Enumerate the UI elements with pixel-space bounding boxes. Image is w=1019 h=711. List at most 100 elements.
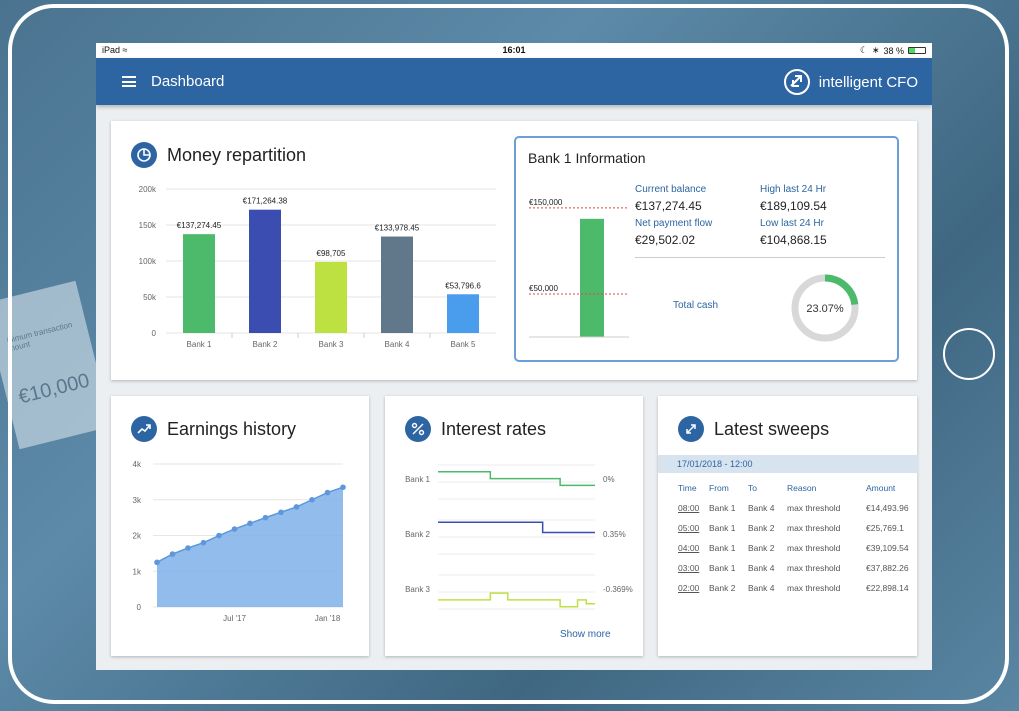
sweep-reason: max threshold (787, 543, 841, 553)
column-header: Time (678, 483, 697, 493)
sweep-amount: €25,769.1 (866, 523, 904, 533)
y-tick-label: 150k (139, 221, 157, 230)
bank-balance-gauge: €150,000 €50,000 (529, 198, 629, 338)
high-last-24-value: €189,109.54 (760, 199, 827, 213)
sweep-time: 08:00 (678, 503, 700, 513)
pie-chart-icon (131, 142, 157, 168)
battery-label: 38 % (883, 45, 904, 56)
bar-value-label: €137,274.45 (177, 221, 222, 230)
sweep-amount: €14,493.96 (866, 503, 909, 513)
money-repartition-chart: 0 50k 100k 150k 200k €137,274.45 Bank 1 €171,26… (139, 185, 496, 349)
net-payment-flow-label: Net payment flow (635, 218, 713, 229)
earnings-history-card: Earnings history 0 1k 2k 3k 4k Jul '17 Jan '18 (111, 396, 369, 656)
y-tick-label: 2k (133, 532, 142, 541)
series-name-label: Bank 2 (405, 530, 430, 539)
menu-icon[interactable] (122, 76, 136, 87)
app-title: Dashboard (151, 73, 225, 90)
earnings-point (200, 539, 207, 546)
series-name-label: Bank 1 (405, 475, 430, 484)
status-time: 16:01 (502, 45, 526, 55)
earnings-point (247, 520, 253, 527)
earnings-point (262, 514, 269, 521)
bar (447, 294, 479, 333)
sweep-to: Bank 2 (748, 543, 775, 553)
x-tick-label: Jan '18 (315, 614, 341, 623)
column-header: From (709, 483, 729, 493)
column-header: Reason (787, 483, 817, 493)
interest-rates-title: Interest rates (441, 419, 547, 439)
sweep-time: 05:00 (678, 523, 700, 533)
percent-icon (405, 416, 431, 442)
earnings-point (309, 496, 315, 503)
sweeps-header-row: Time From To Reason Amount (677, 478, 917, 498)
earnings-point (340, 484, 346, 491)
sweep-reason: max threshold (787, 503, 841, 513)
bluetooth-icon: ∗ (871, 45, 880, 55)
table-row[interactable]: 08:00 Bank 1 Bank 4 max threshold €14,49… (677, 498, 917, 518)
sweep-to: Bank 4 (748, 563, 775, 573)
sweep-from: Bank 1 (709, 523, 736, 533)
total-cash-donut: 23.07% (791, 274, 859, 342)
interest-rates-card: Interest rates Bank 1 0% Bank 2 0.35% Bank 3… (385, 396, 643, 656)
sweep-reason: max threshold (787, 583, 841, 593)
brand-logo[interactable]: intelligent CFO (783, 68, 918, 96)
interest-rates-chart: Bank 1 0% Bank 2 0.35% Bank 3 -0.369% (405, 464, 633, 610)
x-tick-label: Bank 4 (385, 340, 410, 349)
sweep-from: Bank 1 (709, 563, 736, 573)
series-end-label: 0% (603, 475, 615, 484)
series-name-label: Bank 3 (405, 585, 430, 594)
sweeps-table: Time From To Reason Amount 08:00 Bank 1 … (677, 478, 917, 598)
x-tick-label: Bank 3 (319, 340, 344, 349)
battery-icon (908, 47, 926, 54)
earnings-point (185, 545, 191, 551)
sweep-to: Bank 4 (748, 503, 775, 513)
sweeps-date-header: 17/01/2018 - 12:00 (658, 455, 918, 473)
earnings-point (293, 504, 300, 510)
home-button[interactable] (943, 328, 995, 380)
y-tick-label: 200k (139, 185, 157, 194)
status-bar: iPad ≈ 16:01 ☾ ∗ 38 % (96, 43, 932, 58)
table-row[interactable]: 04:00 Bank 1 Bank 2 max threshold €39,10… (677, 538, 917, 558)
bank-info-panel[interactable]: Bank 1 Information €150,000 €50,000 Curre… (514, 136, 899, 362)
y-tick-label: 3k (133, 496, 142, 505)
earnings-point (216, 532, 222, 539)
latest-sweeps-card: Latest sweeps 17/01/2018 - 12:00 Time Fr… (658, 396, 918, 656)
intelligent-cfo-logo-icon (783, 69, 810, 95)
x-tick-label: Jul '17 (223, 614, 246, 623)
tablet-screen: iPad ≈ 16:01 ☾ ∗ 38 % Dashboard intellig… (96, 43, 932, 670)
series-end-label: -0.369% (603, 585, 633, 594)
bar (381, 236, 413, 333)
earnings-area (157, 487, 343, 607)
total-cash-label: Total cash (673, 300, 719, 311)
bank-info-divider (635, 257, 885, 258)
money-repartition-title: Money repartition (167, 145, 307, 165)
y-tick-label: 4k (133, 460, 142, 469)
table-row[interactable]: 03:00 Bank 1 Bank 4 max threshold €37,88… (677, 558, 917, 578)
sweep-from: Bank 1 (709, 543, 736, 553)
balance-bar (580, 218, 604, 337)
sweep-reason: max threshold (787, 523, 841, 533)
sweep-time: 02:00 (678, 583, 700, 593)
high-last-24-label: High last 24 Hr (760, 184, 827, 195)
sweep-from: Bank 2 (709, 583, 736, 593)
sweep-to: Bank 4 (748, 583, 775, 593)
sweep-reason: max threshold (787, 563, 841, 573)
show-more-link[interactable]: Show more (560, 629, 611, 640)
earnings-point (324, 489, 331, 496)
table-row[interactable]: 05:00 Bank 1 Bank 2 max threshold €25,76… (677, 518, 917, 538)
donut-percent-label: 23.07% (806, 303, 844, 315)
lower-threshold-label: €50,000 (529, 284, 558, 293)
earnings-point (231, 526, 238, 532)
trending-up-icon (131, 416, 157, 442)
rate-series-line (438, 471, 595, 487)
y-tick-label: 50k (143, 293, 157, 302)
status-right: ☾ ∗ 38 % (860, 45, 926, 56)
x-tick-label: Bank 2 (253, 340, 278, 349)
earnings-point (278, 509, 284, 516)
sweep-to: Bank 2 (748, 523, 775, 533)
column-header: To (748, 483, 757, 493)
sweep-time: 03:00 (678, 563, 700, 573)
table-row[interactable]: 02:00 Bank 2 Bank 4 max threshold €22,89… (677, 578, 917, 598)
low-last-24-value: €104,868.15 (760, 233, 827, 247)
rate-series-line (438, 521, 595, 534)
